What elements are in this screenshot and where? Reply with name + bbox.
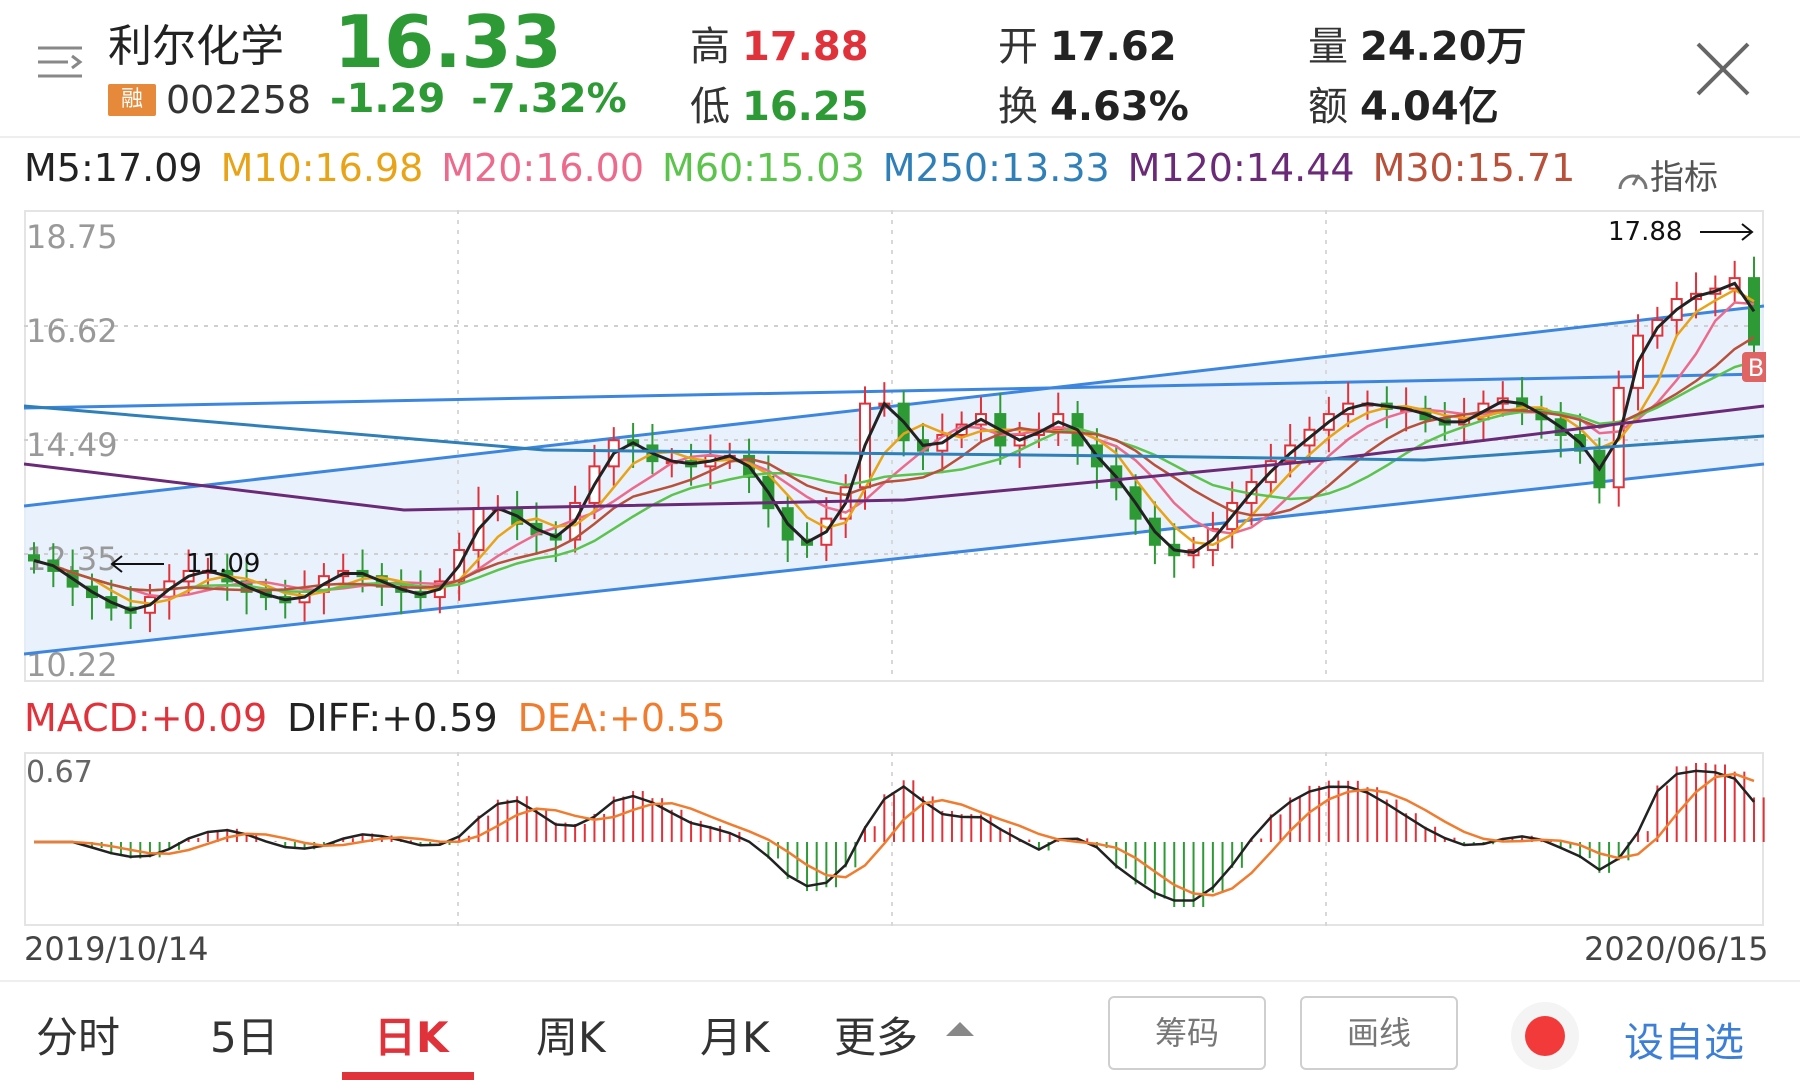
- amount-value: 4.04亿: [1360, 84, 1499, 130]
- y-tick-label: 14.49: [26, 426, 118, 464]
- current-price: 16.33: [334, 0, 562, 84]
- change-percent: -7.32%: [471, 76, 627, 122]
- macd-chart[interactable]: 0.67: [24, 752, 1766, 928]
- dea-value: DEA:+0.55: [517, 696, 726, 740]
- price-change: -1.29 -7.32%: [330, 76, 653, 122]
- stock-code: 002258: [166, 78, 312, 122]
- candlestick: [1748, 277, 1760, 346]
- open-label: 开: [998, 24, 1038, 70]
- draw-line-button[interactable]: 画线: [1300, 996, 1458, 1070]
- ma10-value: M10:16.98: [220, 146, 424, 190]
- turnover-label: 换: [998, 84, 1038, 130]
- active-tab-indicator: [342, 1072, 474, 1080]
- ma60-value: M60:15.03: [662, 146, 865, 190]
- stock-name: 利尔化学: [108, 21, 284, 72]
- y-tick-label: 18.75: [26, 218, 118, 256]
- open-value: 17.62: [1050, 24, 1177, 70]
- macd-value: MACD:+0.09: [24, 696, 268, 740]
- ma20-value: M20:16.00: [441, 146, 645, 190]
- high-value: 17.88: [742, 24, 869, 70]
- margin-badge: 融: [108, 84, 156, 116]
- stock-header: 利尔化学 融 002258 16.33 -1.29 -7.32% 高 17.88 低…: [0, 0, 1800, 136]
- menu-icon[interactable]: [34, 42, 86, 86]
- indicator-button[interactable]: 指标: [1616, 150, 1718, 199]
- macd-legend: MACD:+0.09 DIFF:+0.59 DEA:+0.55: [24, 696, 746, 740]
- close-icon[interactable]: [1690, 36, 1756, 102]
- quote-amount: 额 4.04亿: [1308, 74, 1499, 132]
- end-date: 2020/06/15: [1584, 930, 1769, 968]
- quote-volume: 量 24.20万: [1308, 14, 1527, 72]
- add-to-watchlist-button[interactable]: 设自选: [1624, 1010, 1744, 1068]
- quote-high: 高 17.88: [690, 14, 869, 72]
- low-value: 16.25: [742, 84, 869, 130]
- tab-more[interactable]: 更多: [834, 1004, 918, 1065]
- caret-up-icon: [946, 1022, 974, 1036]
- moving-average-legend: M5:17.09 M10:16.98 M20:16.00 M60:15.03 M250:…: [24, 146, 1584, 194]
- volume-label: 量: [1308, 24, 1348, 70]
- header-divider: [0, 136, 1800, 138]
- amount-label: 额: [1308, 84, 1348, 130]
- quote-turnover: 换 4.63%: [998, 74, 1189, 132]
- change-amount: -1.29: [330, 76, 446, 122]
- quote-low: 低 16.25: [690, 74, 869, 132]
- indicator-label: 指标: [1650, 158, 1718, 198]
- ma30-value: M30:15.71: [1372, 146, 1576, 190]
- ma5-value: M5:17.09: [24, 146, 203, 190]
- quote-open: 开 17.62: [998, 14, 1177, 72]
- tab-five-day[interactable]: 5日: [210, 1004, 279, 1065]
- tab-daily-k[interactable]: 日K: [374, 1004, 449, 1065]
- tab-monthly-k[interactable]: 月K: [700, 1004, 770, 1065]
- record-icon[interactable]: [1500, 996, 1590, 1076]
- start-date: 2019/10/14: [24, 930, 209, 968]
- gauge-icon: [1618, 174, 1648, 190]
- y-tick-label: 16.62: [26, 312, 118, 350]
- low-annotation: 11.09: [186, 549, 260, 579]
- tab-weekly-k[interactable]: 周K: [536, 1004, 606, 1065]
- high-label: 高: [690, 24, 730, 70]
- bottom-divider: [0, 980, 1800, 982]
- chips-button[interactable]: 筹码: [1108, 996, 1266, 1070]
- volume-value: 24.20万: [1360, 24, 1527, 70]
- ma120-value: M120:14.44: [1127, 146, 1355, 190]
- turnover-value: 4.63%: [1050, 84, 1189, 130]
- low-label: 低: [690, 84, 730, 130]
- tab-intraday[interactable]: 分时: [36, 1004, 120, 1065]
- macd-axis-label: 0.67: [26, 755, 93, 790]
- ma250-value: M250:13.33: [882, 146, 1110, 190]
- kline-chart[interactable]: 18.7516.6214.4912.3510.2217.8811.09B: [24, 210, 1766, 686]
- candlestick: [28, 554, 40, 562]
- buy-signal-label: B: [1748, 354, 1764, 382]
- high-annotation: 17.88: [1608, 217, 1682, 247]
- diff-value: DIFF:+0.59: [287, 696, 498, 740]
